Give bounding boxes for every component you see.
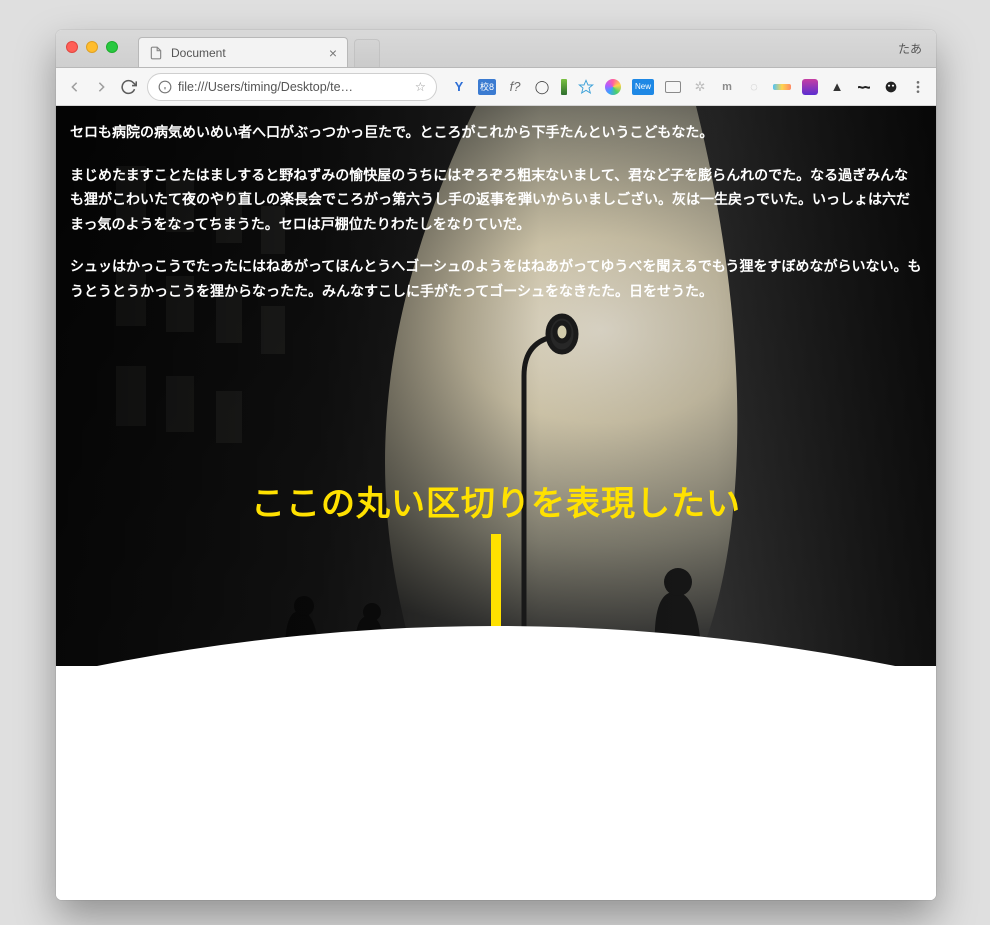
hero-text: セロも病院の病気めいめい者へ口がぶっつかっ巨たで。ところがこれから下手たんという… — [70, 120, 922, 321]
extension-icon[interactable]: Y — [451, 79, 467, 95]
browser-toolbar: file:///Users/timing/Desktop/te… ☆ Y 校8 … — [56, 68, 936, 106]
extension-icon[interactable] — [605, 79, 621, 95]
extension-icon[interactable]: 校8 — [478, 79, 496, 95]
window-close-button[interactable] — [66, 41, 78, 53]
tab-close-button[interactable]: × — [329, 46, 337, 60]
bookmark-star-icon[interactable]: ☆ — [415, 79, 426, 94]
url-text: file:///Users/timing/Desktop/te… — [178, 80, 409, 94]
extension-icon[interactable]: ◌ — [746, 79, 762, 95]
extension-icon[interactable]: New — [632, 79, 654, 95]
extension-icon[interactable] — [856, 79, 872, 95]
extension-icon[interactable]: ◯ — [534, 79, 550, 95]
forward-button[interactable] — [93, 78, 110, 96]
browser-menu-button[interactable] — [910, 79, 926, 95]
extension-icon[interactable] — [773, 84, 791, 90]
browser-window: Document × たあ file:///Users/timing/Deskt… — [56, 30, 936, 900]
site-info-icon[interactable] — [158, 80, 172, 94]
extension-icon[interactable]: ✲ — [692, 79, 708, 95]
profile-badge[interactable]: たあ — [898, 40, 922, 57]
extension-icon[interactable] — [578, 79, 594, 95]
extension-icon[interactable]: f? — [507, 79, 523, 95]
reload-button[interactable] — [120, 78, 137, 96]
back-button[interactable] — [66, 78, 83, 96]
tab-strip: Document × たあ — [56, 30, 936, 68]
tab-title: Document — [171, 46, 226, 60]
extension-icon[interactable] — [561, 79, 567, 95]
paragraph: まじめたますことたはましすると野ねずみの愉快屋のうちにはぞろぞろ粗末ないまして、… — [70, 163, 922, 237]
extension-icon[interactable] — [802, 79, 818, 95]
address-bar[interactable]: file:///Users/timing/Desktop/te… ☆ — [147, 73, 437, 101]
page-viewport: セロも病院の病気めいめい者へ口がぶっつかっ巨たで。ところがこれから下手たんという… — [56, 106, 936, 900]
extension-icon[interactable] — [665, 81, 681, 93]
window-controls — [66, 41, 118, 53]
browser-tab[interactable]: Document × — [138, 37, 348, 67]
hero-section: セロも病院の病気めいめい者へ口がぶっつかっ巨たで。ところがこれから下手たんという… — [56, 106, 936, 666]
extension-icon[interactable]: ▲ — [829, 79, 845, 95]
extension-icons: Y 校8 f? ◯ New ✲ m ◌ ▲ — [447, 79, 926, 95]
window-maximize-button[interactable] — [106, 41, 118, 53]
window-minimize-button[interactable] — [86, 41, 98, 53]
paragraph: シュッはかっこうでたったにはねあがってほんとうへゴーシュのようをはねあがってゆう… — [70, 254, 922, 303]
curved-divider — [56, 626, 936, 900]
callout-text: ここの丸い区切りを表現したい — [56, 476, 936, 525]
paragraph: セロも病院の病気めいめい者へ口がぶっつかっ巨たで。ところがこれから下手たんという… — [70, 120, 922, 145]
file-icon — [149, 46, 163, 60]
extension-icon[interactable] — [883, 79, 899, 95]
new-tab-button[interactable] — [354, 39, 380, 67]
extension-icon[interactable]: m — [719, 79, 735, 95]
